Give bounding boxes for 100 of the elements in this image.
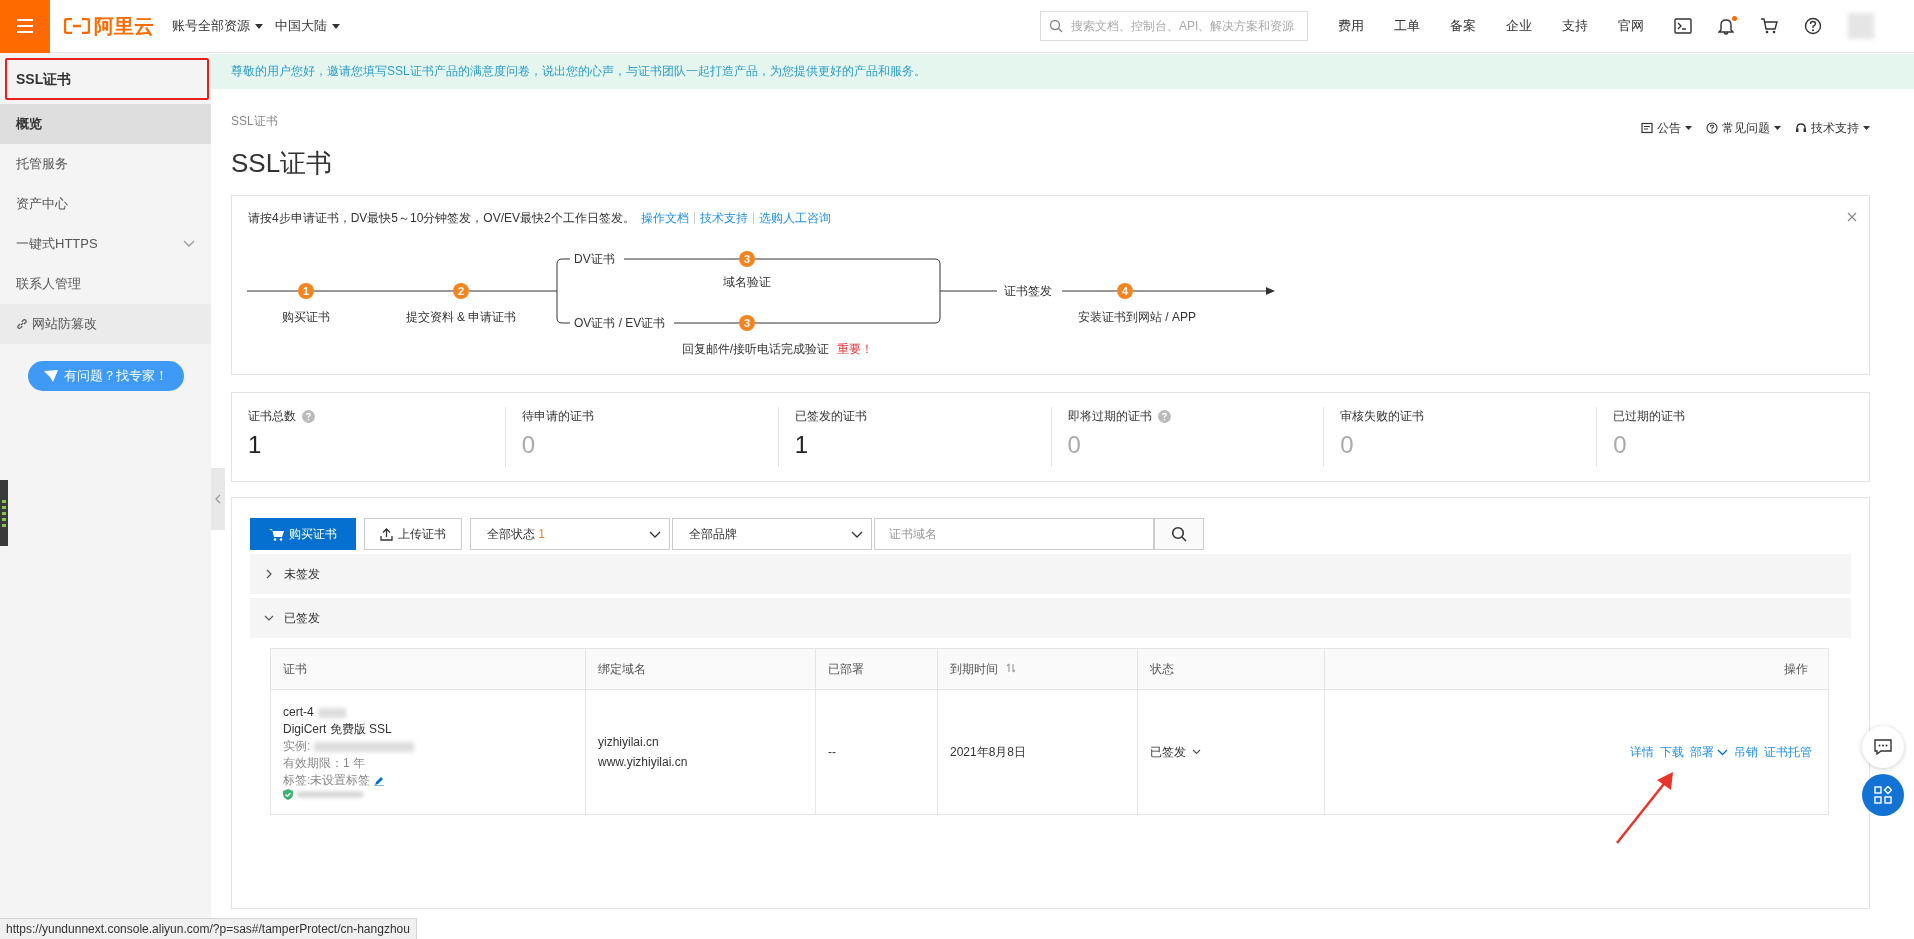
headset-icon (1795, 122, 1807, 134)
search-icon (1171, 526, 1187, 542)
apps-icon (1874, 786, 1892, 804)
top-menu[interactable]: 中国大陆 (275, 17, 340, 35)
cert-id: cert-4 (283, 704, 314, 721)
search-button[interactable] (1154, 518, 1204, 550)
stat-value: 0 (521, 431, 537, 459)
stat-label: 即将过期的证书 (1067, 407, 1152, 425)
stat-value: 0 (1067, 431, 1082, 459)
bound-domain: yizhiyilai.cn (598, 734, 660, 751)
action-link[interactable]: 详情 (1630, 743, 1654, 761)
sidebar-item-label: 概览 (16, 115, 42, 133)
step-badge: 3 (739, 251, 755, 267)
connector-line (673, 322, 740, 324)
action-link[interactable]: 证书托管 (1764, 743, 1812, 761)
action-link[interactable]: 吊销 (1734, 743, 1758, 761)
upload-button[interactable]: 上传证书 (364, 518, 462, 550)
caret-icon (1863, 126, 1870, 130)
sidebar-item-label: 一键式HTTPS (16, 235, 98, 253)
header-link[interactable]: 常见问题 (1706, 119, 1781, 137)
guide-intro: 请按4步申请证书，DV最快5～10分钟签发，OV/EV最快2个工作日签发。 (248, 209, 635, 227)
chevron-icon (1192, 749, 1201, 755)
sidebar-item[interactable]: 概览 (0, 104, 211, 144)
sort-icon[interactable] (1006, 662, 1016, 673)
menu-icon (16, 18, 34, 34)
stat-value: 0 (1613, 431, 1628, 459)
status-dropdown[interactable]: 已签发 (1150, 743, 1201, 761)
step-label: 域名验证 (723, 275, 771, 289)
stat-label: 审核失败的证书 (1340, 407, 1425, 425)
redacted-text (297, 792, 363, 797)
step-badge: 3 (739, 315, 755, 331)
branch-label: OV证书 / EV证书 (574, 316, 666, 330)
chevron-icon (649, 530, 661, 538)
upload-icon (380, 527, 393, 541)
group-header[interactable]: 已签发 (250, 598, 1851, 638)
collapse-handle[interactable] (211, 468, 225, 530)
top-nav-link[interactable]: 备案 (1450, 17, 1476, 35)
sidebar-item[interactable]: 网站防篡改 (0, 304, 211, 344)
stat-label: 证书总数 (248, 407, 296, 425)
top-nav-link[interactable]: 费用 (1338, 17, 1364, 35)
step-label: 证书签发 (1004, 284, 1052, 298)
edit-icon[interactable] (374, 775, 385, 786)
top-nav-link[interactable]: 支持 (1562, 17, 1588, 35)
stat-label: 已过期的证书 (1613, 407, 1686, 425)
sidebar-item[interactable]: 托管服务 (0, 144, 211, 184)
buy-button[interactable]: 购买证书 (250, 518, 356, 550)
page-title: SSL证书 (231, 147, 334, 179)
caret-icon (1774, 126, 1781, 130)
action-link[interactable]: 下载 (1660, 743, 1684, 761)
chat-button[interactable] (1862, 726, 1904, 768)
stat-label: 已签发的证书 (794, 407, 867, 425)
domain-search-field[interactable]: 证书域名 (874, 518, 1154, 550)
status-filter[interactable]: 全部状态 1 (470, 518, 670, 550)
bell-icon[interactable] (1718, 17, 1734, 35)
cart-icon[interactable] (1760, 18, 1778, 34)
step-label: 安装证书到网站 / APP (1078, 310, 1196, 324)
stat-value: 1 (248, 431, 263, 459)
guide-link[interactable]: 操作文档 (640, 209, 689, 227)
chevron-icon (1717, 748, 1728, 756)
stat-value: 1 (794, 431, 809, 459)
sidebar-item[interactable]: 资产中心 (0, 184, 211, 224)
top-nav-link[interactable]: 企业 (1506, 17, 1532, 35)
side-widget-icon[interactable] (0, 480, 8, 546)
cert-tags: 标签:未设置标签 (283, 772, 371, 789)
chat-icon (1874, 739, 1892, 755)
header-link[interactable]: 公告 (1641, 119, 1692, 137)
bound-domain: www.yizhiyilai.cn (598, 754, 689, 771)
cert-instance: 实例: (283, 738, 311, 755)
logo-text: 阿里云 (94, 13, 154, 39)
top-nav-link[interactable]: 官网 (1618, 17, 1644, 35)
search-icon (1049, 19, 1063, 33)
action-menu[interactable]: 部署 (1690, 743, 1728, 761)
shield-icon (283, 789, 293, 800)
guide-link[interactable]: 选购人工咨询 (758, 209, 831, 227)
search-field[interactable]: 搜索文档、控制台、API、解决方案和资源 (1040, 11, 1308, 41)
brand-filter[interactable]: 全部品牌 (672, 518, 872, 550)
cert-product: DigiCert 免费版 SSL (283, 721, 393, 738)
step-label: 购买证书 (282, 310, 330, 324)
terminal-icon[interactable] (1674, 18, 1692, 34)
close-icon[interactable] (1847, 212, 1857, 222)
top-nav-link[interactable]: 工单 (1394, 17, 1420, 35)
apps-button[interactable] (1862, 774, 1904, 816)
guide-link[interactable]: 技术支持 (699, 209, 748, 227)
chevron-icon (851, 530, 863, 538)
top-menu[interactable]: 账号全部资源 (172, 17, 263, 35)
stat-value: 0 (1340, 431, 1355, 459)
verify-note: 回复邮件/接听电话完成验证 (681, 342, 829, 356)
breadcrumb[interactable]: SSL证书 (231, 112, 278, 130)
link-icon (16, 318, 28, 330)
group-header[interactable]: 未签发 (250, 554, 1851, 594)
sidebar-item[interactable]: 一键式HTTPS (0, 224, 211, 264)
menu-button[interactable] (0, 0, 50, 53)
connector-line (246, 290, 299, 292)
sidebar-item[interactable]: 联系人管理 (0, 264, 211, 304)
branch-label: DV证书 (574, 252, 615, 266)
header-link[interactable]: 技术支持 (1795, 119, 1870, 137)
sidebar-item-label: 托管服务 (16, 155, 68, 173)
help-icon[interactable] (1804, 17, 1822, 35)
step-badge: 1 (298, 283, 314, 299)
help-icon (1706, 122, 1718, 134)
